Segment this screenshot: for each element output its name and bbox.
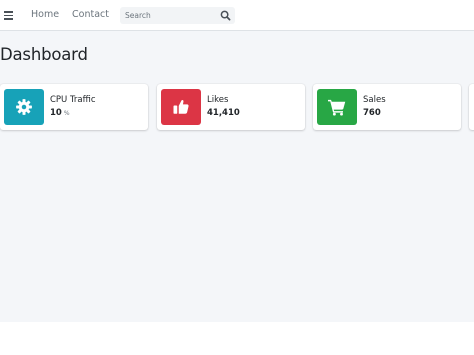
info-box-number: 760 [363,108,381,118]
info-box-number: 41,410 [207,108,240,118]
gear-icon [16,99,32,115]
footer-area [0,322,474,355]
shopping-cart-icon [328,99,346,116]
info-box-label: CPU Traffic [50,95,96,105]
app-page: Home Contact Dashboard [0,0,474,355]
info-box-icon [4,89,44,125]
info-box-icon [317,89,357,125]
content-wrapper: Dashboard CPU Traffic 10 % Likes 41,410 … [0,31,474,322]
page-title: Dashboard [0,45,88,64]
top-navbar: Home Contact [0,0,474,31]
thumbs-up-icon [173,99,189,114]
info-box-label: Sales [363,95,386,105]
info-box-likes: Likes 41,410 [157,84,305,130]
search-icon[interactable] [218,8,233,23]
info-box-value: 10% [50,108,70,118]
info-box-partial [469,84,474,130]
search-form [120,7,235,24]
info-box-value: 760 [363,108,381,118]
info-box-icon [161,89,201,125]
nav-link-contact[interactable]: Contact [72,9,109,20]
info-box-label: Likes [207,95,229,105]
info-box-unit: % [63,110,70,117]
info-box-number: 10 [50,108,62,118]
nav-link-home[interactable]: Home [31,9,59,20]
info-box-cpu-traffic: CPU Traffic 10% [0,84,148,130]
info-box-sales: Sales 760 [313,84,461,130]
search-input[interactable] [120,7,215,24]
hamburger-icon[interactable] [4,10,14,20]
info-box-value: 41,410 [207,108,240,118]
